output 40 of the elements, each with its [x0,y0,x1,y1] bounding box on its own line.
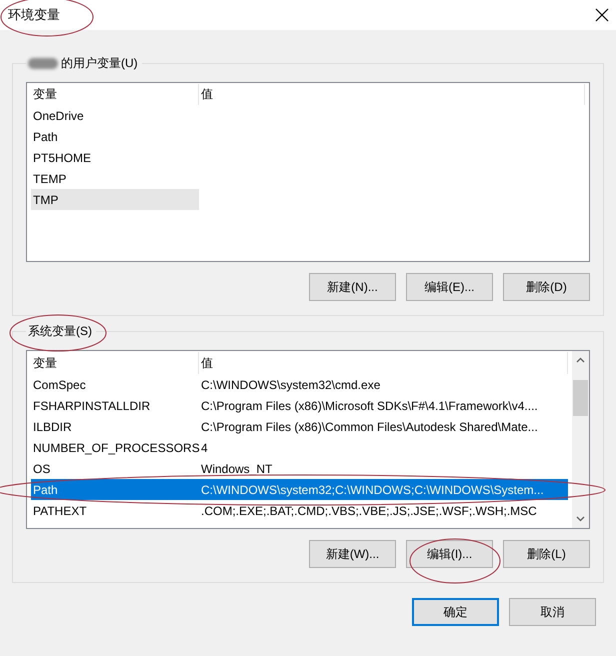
column-header[interactable]: 变量 [31,352,199,374]
column-header[interactable]: 值 [199,352,568,374]
list-button[interactable]: 新建(N)... [309,273,396,301]
variable-value: C:\Program Files (x86)\Microsoft SDKs\F#\4.1\Framework\v4.... [200,398,539,414]
redacted-mark [28,58,58,68]
close-icon[interactable] [594,7,610,23]
list-button[interactable]: 删除(D) [503,273,590,301]
scrollbar[interactable] [572,351,589,528]
list-button[interactable]: 编辑(E)... [406,273,493,301]
dialog-button[interactable]: 确定 [412,598,499,626]
variable-name[interactable]: OS [31,458,199,479]
variable-value: 4 [200,440,209,456]
window-title: 环境变量 [8,6,60,24]
variable-value: Windows_NT [200,460,274,478]
group-label: 的用户变量(U) [61,56,138,70]
variable-list[interactable] [26,350,590,529]
variable-name[interactable]: TEMP [31,168,199,189]
scrollbar-thumb[interactable] [573,380,588,416]
variable-value: C:\WINDOWS\system32;C:\WINDOWS;C:\WINDOWS\System... [199,479,568,500]
variable-name[interactable]: Path [31,479,199,500]
variable-name[interactable]: FSHARPINSTALLDIR [31,395,199,416]
variable-name[interactable]: Path [31,126,199,147]
variable-name[interactable]: PT5HOME [31,147,199,168]
list-button[interactable]: 删除(L) [503,540,590,568]
variable-name[interactable]: ILBDIR [31,416,199,437]
group-label: 系统变量(S) [28,324,92,338]
variable-name[interactable]: OneDrive [31,105,199,126]
variable-list[interactable]: 变量 值 OneDrive Path PT5HOME TEMP TMP [26,82,590,262]
list-button[interactable]: 编辑(I)... [406,540,493,568]
variable-name[interactable]: TMP [31,189,199,210]
variable-name[interactable]: PATHEXT [31,500,199,521]
variable-value: C:\Program Files (x86)\Common Files\Autodesk Shared\Mate... [200,418,539,436]
dialog-button[interactable]: 取消 [509,598,596,626]
column-header[interactable]: 变量 [31,84,199,105]
variable-name[interactable]: NUMBER_OF_PROCESSORS [31,437,199,458]
variable-name[interactable]: ComSpec [31,374,199,395]
column-header[interactable]: 值 [199,84,585,105]
variable-value: C:\WINDOWS\system32\cmd.exe [200,376,382,394]
variable-value: .COM;.EXE;.BAT;.CMD;.VBS;.VBE;.JS;.JSE;.WSF;.WSH;.MSC [200,502,538,520]
list-button[interactable]: 新建(W)... [309,540,396,568]
